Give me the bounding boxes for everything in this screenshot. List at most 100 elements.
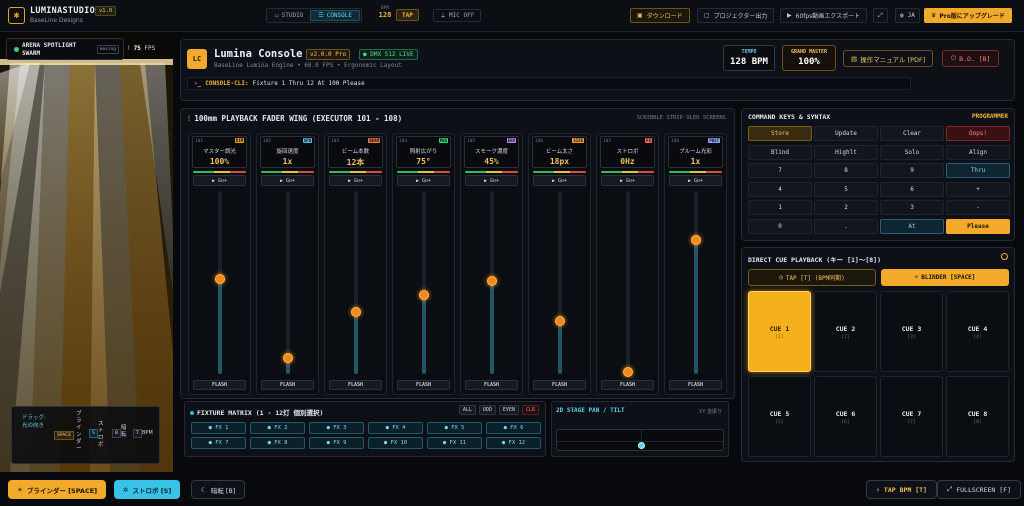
language-button[interactable]: ◍ JA — [895, 8, 920, 23]
cue-button-7[interactable]: CUE 7 [7] — [880, 376, 943, 457]
fixture-button[interactable]: ● FX 10 — [368, 437, 423, 449]
fixture-button[interactable]: ● FX 8 — [250, 437, 305, 449]
studio-tab[interactable]: ▭ STUDIO — [268, 10, 310, 21]
cue-button-3[interactable]: CUE 3 [3] — [880, 291, 943, 372]
key-7[interactable]: 7 — [748, 163, 812, 178]
fader-track[interactable] — [626, 191, 630, 374]
go-button[interactable]: ▶ Go+ — [601, 175, 654, 186]
blinder-button[interactable]: ☀ ブラインダー [SPACE] — [8, 480, 107, 499]
flash-button[interactable]: FLASH — [193, 380, 246, 390]
cue-button-5[interactable]: CUE 5 [5] — [748, 376, 811, 457]
key-solo[interactable]: Solo — [880, 144, 944, 160]
fader-knob[interactable] — [623, 367, 633, 377]
flash-button[interactable]: FLASH — [261, 380, 314, 390]
fixture-button[interactable]: ● FX 2 — [250, 422, 305, 434]
cue-button-4[interactable]: CUE 4 [4] — [946, 291, 1009, 372]
cue-button-6[interactable]: CUE 6 [6] — [814, 376, 877, 457]
go-button[interactable]: ▶ Go+ — [465, 175, 518, 186]
fader-knob[interactable] — [487, 276, 497, 286]
key-blind[interactable]: Blind — [748, 144, 812, 160]
cue-blinder-button[interactable]: ☀ BLINDER [SPACE] — [881, 269, 1009, 286]
strobe-button[interactable]: ✲ ストロボ [S] — [114, 480, 181, 499]
key-0[interactable]: 0 — [748, 218, 812, 234]
cue-button-1[interactable]: CUE 1 [1] — [748, 291, 811, 372]
clear-selection-button[interactable]: CLR — [521, 405, 539, 415]
select-odd-button[interactable]: ODD — [478, 405, 496, 415]
fixture-button[interactable]: ● FX 4 — [368, 422, 423, 434]
key-1[interactable]: 1 — [748, 200, 812, 215]
expand-button[interactable]: ⤢ — [873, 8, 888, 23]
key-[interactable]: - — [946, 200, 1010, 215]
key-thru[interactable]: Thru — [946, 163, 1010, 178]
fixture-button[interactable]: ● FX 1 — [191, 422, 246, 434]
fixture-button[interactable]: ● FX 6 — [486, 422, 541, 434]
flash-button[interactable]: FLASH — [669, 380, 722, 390]
flash-button[interactable]: FLASH — [329, 380, 382, 390]
fullscreen-button[interactable]: ⤢ FULLSCREEN [F] — [937, 480, 1021, 499]
fader-track[interactable] — [422, 191, 426, 374]
fixture-button[interactable]: ● FX 9 — [309, 437, 364, 449]
fader-track[interactable] — [694, 191, 698, 374]
key-highlt[interactable]: Highlt — [814, 144, 878, 160]
fader-knob[interactable] — [555, 316, 565, 326]
fader-track[interactable] — [354, 191, 358, 374]
key-clear[interactable]: Clear — [880, 126, 944, 141]
flash-button[interactable]: FLASH — [601, 380, 654, 390]
go-button[interactable]: ▶ Go+ — [261, 175, 314, 186]
command-line[interactable]: ›_ CONSOLE-CLI: Fixture 1 Thru 12 At 100… — [187, 77, 911, 90]
key-5[interactable]: 5 — [814, 181, 878, 197]
fixture-button[interactable]: ● FX 12 — [486, 437, 541, 449]
pan-tilt-pad[interactable] — [556, 429, 724, 451]
go-button[interactable]: ▶ Go+ — [669, 175, 722, 186]
console-tab[interactable]: ☰ CONSOLE — [310, 10, 360, 21]
key-9[interactable]: 9 — [880, 163, 944, 178]
fader-knob[interactable] — [419, 290, 429, 300]
mic-button[interactable]: ⏚ MIC OFF — [433, 9, 482, 22]
manual-button[interactable]: ▤ 操作マニュアル [PDF] — [843, 50, 934, 67]
key-2[interactable]: 2 — [814, 200, 878, 215]
export-button[interactable]: ▶ 60fps動画エクスポート — [780, 8, 868, 23]
key-at[interactable]: At — [880, 218, 944, 234]
key-update[interactable]: Update — [814, 126, 878, 141]
blackout-button[interactable]: ⏻ B.O. [B] — [942, 50, 1000, 67]
go-button[interactable]: ▶ Go+ — [397, 175, 450, 186]
flash-button[interactable]: FLASH — [465, 380, 518, 390]
flash-button[interactable]: FLASH — [533, 380, 586, 390]
tap-bpm-button[interactable]: ⚡ TAP BPM [T] — [866, 480, 937, 499]
pan-tilt-handle[interactable] — [638, 442, 645, 449]
fader-knob[interactable] — [283, 353, 293, 363]
fader-knob[interactable] — [215, 274, 225, 284]
download-button[interactable]: ▣ ダウンロード — [630, 8, 690, 23]
upgrade-button[interactable]: ♛ Pro版にアップグレード — [924, 8, 1012, 23]
flash-button[interactable]: FLASH — [397, 380, 450, 390]
projector-button[interactable]: ▢ プロジェクター出力 — [697, 8, 775, 23]
fader-knob[interactable] — [351, 307, 361, 317]
select-even-button[interactable]: EVEN — [498, 405, 519, 415]
key-3[interactable]: 3 — [880, 200, 944, 215]
go-button[interactable]: ▶ Go+ — [533, 175, 586, 186]
fader-track[interactable] — [286, 191, 290, 374]
fixture-button[interactable]: ● FX 5 — [427, 422, 482, 434]
key-align[interactable]: Align — [946, 144, 1010, 160]
key-8[interactable]: 8 — [814, 163, 878, 178]
key-6[interactable]: 6 — [880, 181, 944, 197]
key-[interactable]: . — [814, 218, 878, 234]
go-button[interactable]: ▶ Go+ — [329, 175, 382, 186]
darkout-button[interactable]: ☾ 暗転 [B] — [191, 480, 246, 499]
key-store[interactable]: Store — [748, 126, 812, 141]
fixture-button[interactable]: ● FX 7 — [191, 437, 246, 449]
stage-preview[interactable]: ARENA SPOTLIGHT SWARM moving ⌇ 75 FPS ドラ… — [0, 33, 173, 472]
cue-button-8[interactable]: CUE 8 [8] — [946, 376, 1009, 457]
fixture-button[interactable]: ● FX 11 — [427, 437, 482, 449]
ban-icon[interactable] — [1001, 253, 1008, 260]
fixture-button[interactable]: ● FX 3 — [309, 422, 364, 434]
cue-button-2[interactable]: CUE 2 [2] — [814, 291, 877, 372]
key-[interactable]: + — [946, 181, 1010, 197]
tap-button[interactable]: TAP — [396, 9, 419, 21]
cue-tap-button[interactable]: ◷ TAP [T] (BPM同期) — [748, 269, 876, 286]
key-please[interactable]: Please — [946, 218, 1010, 234]
key-oops[interactable]: Oops! — [946, 126, 1010, 141]
select-all-button[interactable]: ALL — [458, 405, 476, 415]
key-4[interactable]: 4 — [748, 181, 812, 197]
go-button[interactable]: ▶ Go+ — [193, 175, 246, 186]
